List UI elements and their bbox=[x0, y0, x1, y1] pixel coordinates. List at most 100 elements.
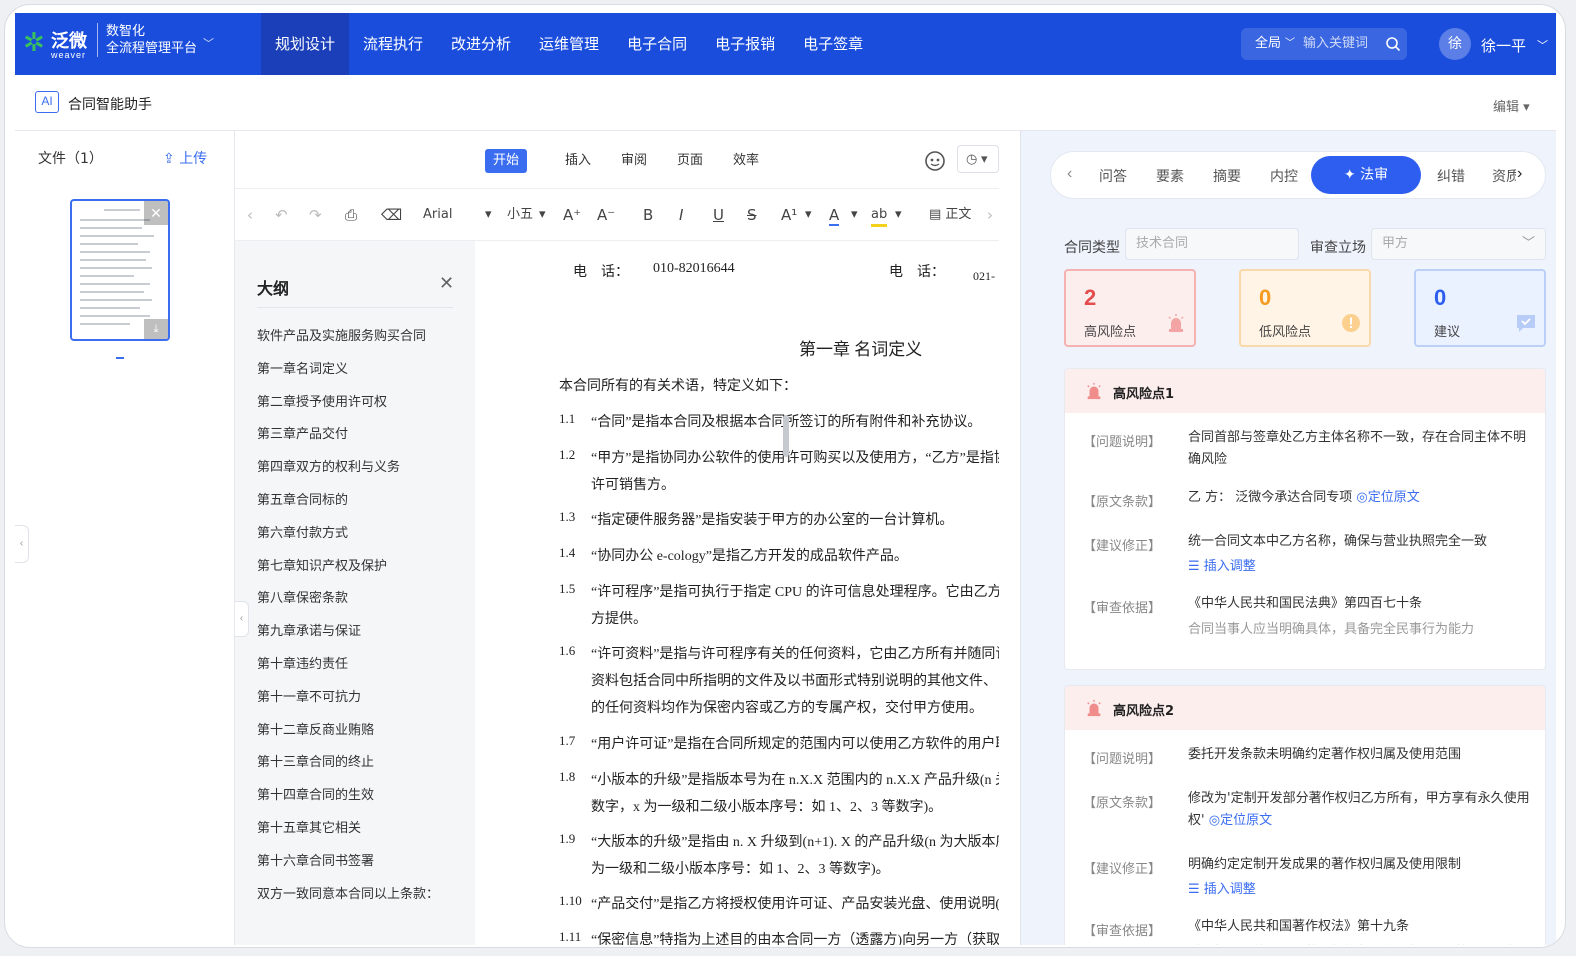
outline-item[interactable]: 第八章保密条款 bbox=[257, 587, 348, 606]
insert-adjustment-link[interactable]: ☰ 插入调整 bbox=[1188, 555, 1256, 574]
undo-icon[interactable]: ↶ bbox=[275, 206, 288, 224]
clause-number: 1.1 bbox=[559, 411, 576, 426]
tab-summary[interactable]: 摘要 bbox=[1213, 166, 1241, 186]
close-icon[interactable]: ✕ bbox=[439, 273, 454, 294]
eraser-icon[interactable]: ⌫ bbox=[381, 206, 402, 224]
ai-robot-icon[interactable] bbox=[923, 149, 947, 173]
document-scrollbar[interactable] bbox=[783, 415, 789, 457]
collapse-outline-icon[interactable]: ‹ bbox=[235, 601, 249, 637]
font-family-select[interactable]: Arial bbox=[423, 206, 452, 224]
nav-item-execution[interactable]: 流程执行 bbox=[349, 13, 437, 75]
outline-item[interactable]: 第一章名词定义 bbox=[257, 358, 348, 377]
high-risk-stat[interactable]: 2 高风险点 bbox=[1064, 269, 1196, 347]
chevron-down-icon[interactable]: ▾ bbox=[539, 206, 546, 224]
user-name[interactable]: 徐一平 bbox=[1481, 35, 1526, 56]
outline-item[interactable]: 第六章付款方式 bbox=[257, 522, 348, 541]
superscript-icon[interactable]: A¹ bbox=[781, 206, 797, 224]
outline-item[interactable]: 第五章合同标的 bbox=[257, 489, 348, 508]
file-thumbnail[interactable]: ✕ ⤓ bbox=[70, 199, 170, 341]
outline-item[interactable]: 第七章知识产权及保护 bbox=[257, 555, 387, 574]
paragraph-style-select[interactable]: ▤ 正文 bbox=[929, 206, 971, 224]
nav-item-e-contract[interactable]: 电子合同 bbox=[613, 13, 701, 75]
search-scope-select[interactable]: 全局 bbox=[1255, 28, 1281, 60]
italic-icon[interactable]: I bbox=[679, 206, 683, 224]
chevron-down-icon[interactable]: ▾ bbox=[805, 206, 812, 224]
tab-review[interactable]: 审阅 bbox=[613, 149, 655, 173]
highlight-icon[interactable]: ab bbox=[871, 206, 888, 227]
outline-item[interactable]: 软件产品及实施服务购买合同 bbox=[257, 325, 426, 344]
suggestion-stat[interactable]: 0 建议 bbox=[1414, 269, 1546, 347]
weaver-logo[interactable]: ✲ 泛微 weaver bbox=[23, 25, 95, 63]
original-clause: 乙 方： 泛微今承达合同专项 ◎定位原文 bbox=[1188, 487, 1538, 509]
nav-item-analysis[interactable]: 改进分析 bbox=[437, 13, 525, 75]
increase-font-icon[interactable]: A⁺ bbox=[563, 206, 581, 224]
tab-legal-review[interactable]: ✦ 法审 bbox=[1311, 156, 1421, 194]
outline-item[interactable]: 第十一章不可抗力 bbox=[257, 686, 361, 705]
contract-type-field[interactable]: 技术合同 bbox=[1125, 228, 1299, 260]
history-button[interactable]: ◷ ▾ bbox=[957, 145, 999, 173]
collapse-file-panel-icon[interactable]: ‹ bbox=[15, 525, 29, 563]
tab-internal-control[interactable]: 内控 bbox=[1270, 166, 1298, 186]
suggestion-label: 建议 bbox=[1434, 325, 1461, 340]
chevron-right-icon[interactable]: › bbox=[1517, 165, 1522, 183]
edit-dropdown[interactable]: 编辑 ▾ bbox=[1493, 96, 1530, 115]
nav-item-operations[interactable]: 运维管理 bbox=[525, 13, 613, 75]
bold-icon[interactable]: B bbox=[643, 206, 653, 224]
chevron-down-icon[interactable]: ▾ bbox=[851, 206, 858, 224]
tab-efficiency[interactable]: 效率 bbox=[725, 149, 767, 173]
scroll-right-icon[interactable]: › bbox=[987, 206, 993, 224]
format-painter-icon[interactable]: ⎙ bbox=[345, 206, 357, 224]
outline-item[interactable]: 第四章双方的权利与义务 bbox=[257, 456, 400, 475]
tab-insert[interactable]: 插入 bbox=[557, 149, 599, 173]
platform-switcher[interactable]: 数智化 全流程管理平台 bbox=[97, 23, 197, 57]
chevron-down-icon[interactable]: ▾ bbox=[485, 206, 492, 224]
outline-item[interactable]: 第十五章其它相关 bbox=[257, 817, 361, 836]
outline-item[interactable]: 双方一致同意本合同以上条款： bbox=[257, 883, 439, 902]
outline-item[interactable]: 第九章承诺与保证 bbox=[257, 620, 361, 639]
avatar[interactable]: 徐 bbox=[1439, 28, 1471, 60]
low-risk-stat[interactable]: 0 低风险点 bbox=[1239, 269, 1371, 347]
chevron-down-icon[interactable]: ﹀ bbox=[1285, 28, 1295, 60]
tab-page[interactable]: 页面 bbox=[669, 149, 711, 173]
font-size-select[interactable]: 小五 bbox=[507, 206, 533, 224]
outline-item[interactable]: 第十六章合同书签署 bbox=[257, 850, 374, 869]
outline-item[interactable]: 第十章违约责任 bbox=[257, 653, 348, 672]
tab-qa[interactable]: 问答 bbox=[1099, 166, 1127, 186]
download-icon[interactable]: ⤓ bbox=[144, 319, 168, 339]
close-icon[interactable]: ✕ bbox=[144, 201, 168, 225]
strikethrough-icon[interactable]: S bbox=[747, 206, 757, 224]
outline-item[interactable]: 第十二章反商业贿赂 bbox=[257, 719, 374, 738]
locate-original-link[interactable]: ◎定位原文 bbox=[1356, 490, 1419, 505]
locate-original-link[interactable]: ◎定位原文 bbox=[1209, 813, 1272, 828]
outline-item[interactable]: 第十三章合同的终止 bbox=[257, 751, 374, 770]
chevron-down-icon[interactable]: ▾ bbox=[895, 206, 902, 224]
tab-error-correction[interactable]: 纠错 bbox=[1437, 166, 1465, 186]
insert-adjustment-link[interactable]: ☰ 插入调整 bbox=[1188, 878, 1256, 897]
basis-text: 《中华人民共和国著作权法》第十九条 bbox=[1188, 919, 1410, 934]
underline-icon[interactable]: U bbox=[713, 206, 724, 224]
tab-elements[interactable]: 要素 bbox=[1156, 166, 1184, 186]
risk-card-header[interactable]: 高风险点2 bbox=[1065, 686, 1545, 730]
chevron-down-icon[interactable]: ﹀ bbox=[203, 35, 214, 51]
original-clause-label: 【原文条款】 bbox=[1083, 796, 1162, 811]
nav-item-planning[interactable]: 规划设计 bbox=[261, 13, 350, 75]
search-input[interactable]: 输入关键词 bbox=[1303, 28, 1368, 60]
scroll-left-icon[interactable]: ‹ bbox=[247, 206, 253, 224]
redo-icon[interactable]: ↷ bbox=[309, 206, 322, 224]
risk-card-header[interactable]: 高风险点1 bbox=[1065, 369, 1545, 413]
review-stance-select[interactable]: 甲方 ﹀ bbox=[1371, 228, 1546, 260]
outline-item[interactable]: 第三章产品交付 bbox=[257, 423, 348, 442]
upload-button[interactable]: ⇪ 上传 bbox=[163, 148, 207, 168]
search-icon[interactable] bbox=[1385, 36, 1401, 52]
tab-start[interactable]: 开始 bbox=[485, 149, 528, 173]
tab-qualification[interactable]: 资质 bbox=[1492, 166, 1516, 186]
chevron-down-icon[interactable]: ﹀ bbox=[1537, 37, 1548, 53]
outline-item[interactable]: 第十四章合同的生效 bbox=[257, 784, 374, 803]
nav-item-e-signature[interactable]: 电子签章 bbox=[789, 13, 877, 75]
outline-item[interactable]: 第二章授予使用许可权 bbox=[257, 391, 387, 410]
font-color-icon[interactable]: A bbox=[829, 206, 840, 226]
nav-item-e-reimbursement[interactable]: 电子报销 bbox=[701, 13, 789, 75]
chevron-left-icon[interactable]: ‹ bbox=[1067, 165, 1072, 183]
document-page[interactable]: 电 话： 010-82016644 电 话： 021- 第一章 名词定义 本合同… bbox=[475, 241, 999, 945]
decrease-font-icon[interactable]: A⁻ bbox=[597, 206, 615, 224]
